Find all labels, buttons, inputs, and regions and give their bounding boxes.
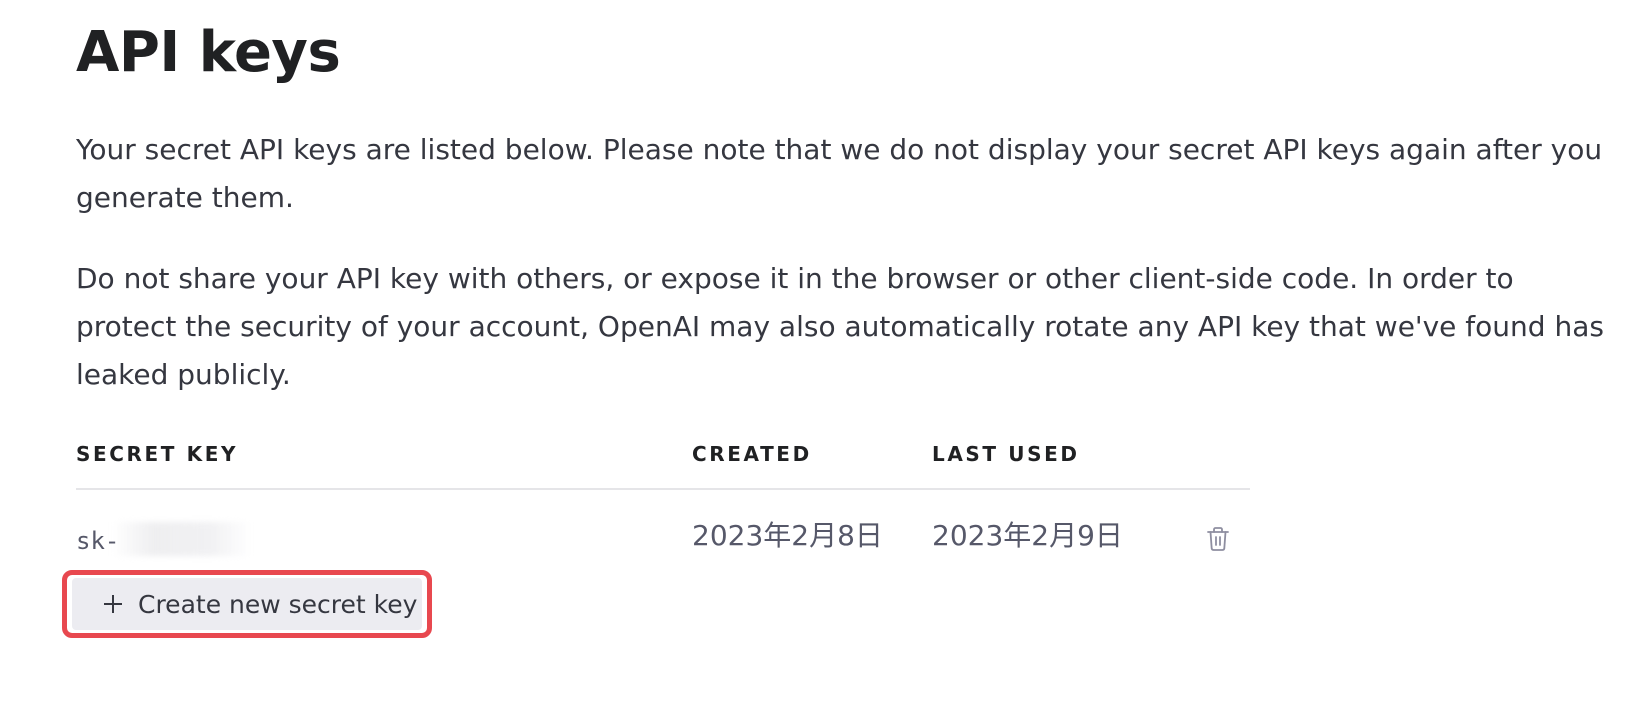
column-header-secret-key: SECRET KEY [76,442,239,466]
table-row: sk- 2023年2月8日 2023年2月9日 [76,504,1250,564]
plus-icon [102,593,124,615]
last-used-date: 2023年2月9日 [932,519,1123,552]
table-header-divider [76,488,1250,490]
create-button-label: Create new secret key [138,589,418,619]
description-security-note: Do not share your API key with others, o… [76,262,1604,391]
column-header-created: CREATED [692,442,812,466]
redacted-key-blur [112,522,252,556]
delete-key-button[interactable] [1206,526,1234,556]
trash-icon [1207,527,1229,551]
description-listing-note: Your secret API keys are listed below. P… [76,133,1603,214]
created-date: 2023年2月8日 [692,519,883,552]
column-header-last-used: LAST USED [932,442,1080,466]
page-title: API keys [76,20,341,85]
create-new-secret-key-button[interactable]: Create new secret key [72,578,422,630]
